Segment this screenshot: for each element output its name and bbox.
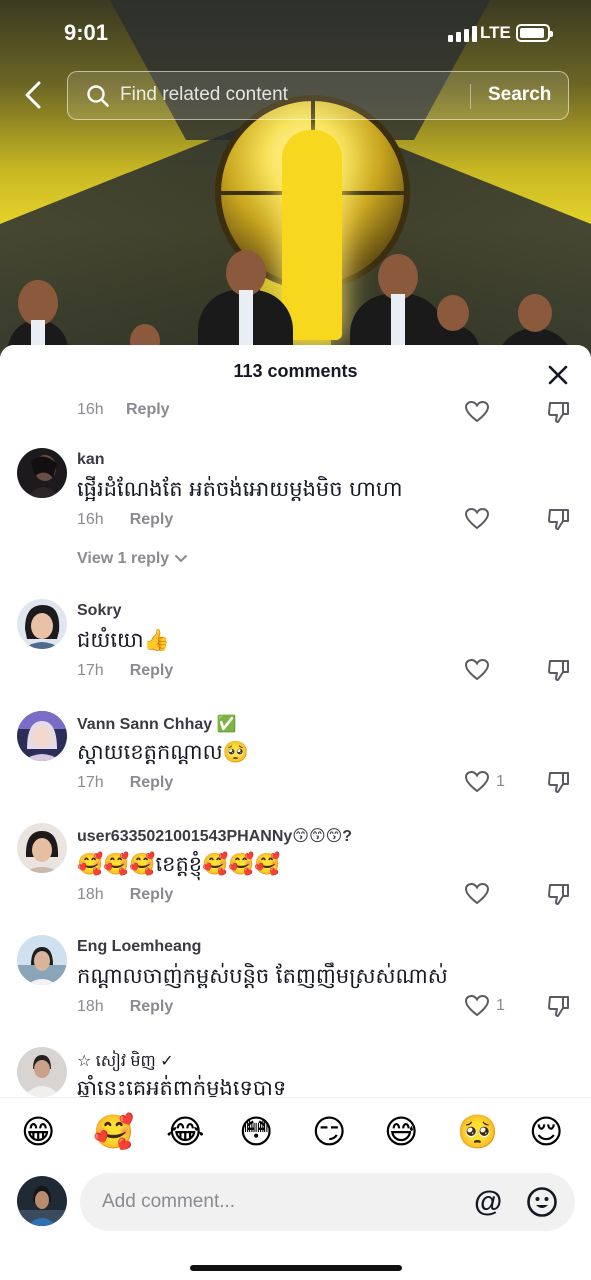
emoji-smirk-button[interactable]: 😏 xyxy=(312,1112,346,1152)
comment-username[interactable]: user6335021001543PHANNy😙😙😙? xyxy=(77,826,352,846)
like-button[interactable]: 1 xyxy=(464,993,505,1019)
comment-username[interactable]: ☆ សៀវ មិញ ✓ xyxy=(77,1050,174,1074)
comment-time: 18h xyxy=(77,998,104,1015)
dislike-icon[interactable] xyxy=(546,881,572,907)
status-time: 9:01 xyxy=(64,20,109,45)
comment-time: 17h xyxy=(77,774,104,791)
like-count: 1 xyxy=(496,773,505,790)
comment-username[interactable]: Sokry xyxy=(77,602,121,620)
reply-button[interactable]: Reply xyxy=(130,774,174,791)
dislike-icon[interactable] xyxy=(546,657,572,683)
comment-meta: 18h Reply xyxy=(77,998,173,1016)
chevron-left-icon xyxy=(25,81,41,109)
like-button[interactable] xyxy=(464,506,496,532)
avatar[interactable] xyxy=(17,599,67,649)
comment-input[interactable]: Add comment... @ xyxy=(80,1173,575,1231)
reply-button[interactable]: Reply xyxy=(130,511,174,528)
comment-count: 113 comments xyxy=(233,361,358,381)
mention-icon[interactable]: @ xyxy=(474,1186,502,1219)
reply-button[interactable]: Reply xyxy=(130,662,174,679)
emoji-laugh-button[interactable]: 😂 xyxy=(166,1112,205,1152)
like-count: 1 xyxy=(496,997,505,1014)
network-label: LTE xyxy=(480,23,511,42)
reply-button[interactable]: Reply xyxy=(130,886,174,903)
comments-list[interactable]: 16h Reply kan ផ្អើរដំណែងតែ អត់ចង់អោយម្តង… xyxy=(0,345,591,1097)
search-button[interactable]: Search xyxy=(488,84,551,106)
comment-input-row: Add comment... @ xyxy=(0,1169,591,1280)
signal-icon xyxy=(448,26,477,42)
avatar[interactable] xyxy=(17,448,67,498)
comment-username[interactable]: kan xyxy=(77,451,105,469)
dislike-icon[interactable] xyxy=(546,769,572,795)
avatar[interactable] xyxy=(17,935,67,985)
comment-time: 17h xyxy=(77,662,104,679)
dislike-icon[interactable] xyxy=(546,506,572,532)
comment-time: 16h xyxy=(77,511,104,528)
comment-item: ☆ សៀវ មិញ ✓ ឆ្នាំនេះគេអត់ពាក់ម្តងទេបាទ xyxy=(0,1047,591,1097)
search-icon xyxy=(87,85,109,107)
comment-text: ឆ្នាំនេះគេអត់ពាក់ម្តងទេបាទ xyxy=(77,1076,287,1097)
comment-meta: 17h Reply xyxy=(77,774,173,792)
chevron-down-icon xyxy=(175,555,188,563)
dislike-icon[interactable] xyxy=(546,399,572,425)
comment-time: 18h xyxy=(77,886,104,903)
avatar[interactable] xyxy=(17,1047,67,1097)
comment-input-placeholder: Add comment... xyxy=(102,1191,236,1212)
avatar[interactable] xyxy=(17,823,67,873)
comment-meta: 17h Reply xyxy=(77,662,173,680)
emoji-sweat-button[interactable]: 😅 xyxy=(384,1112,418,1152)
heart-icon xyxy=(464,770,490,793)
comment-item: user6335021001543PHANNy😙😙😙? 🥰🥰🥰ខេត្តខ្ញុ… xyxy=(0,823,591,933)
comment-username[interactable]: Eng Loemheang xyxy=(77,938,201,956)
like-button[interactable]: 1 xyxy=(464,769,505,795)
heart-icon[interactable] xyxy=(464,399,490,425)
reply-button[interactable]: Reply xyxy=(130,998,174,1015)
heart-icon xyxy=(464,994,490,1017)
comment-text: ផ្អើរដំណែងតែ អត់ចង់អោយម្តងមិច ហាហា xyxy=(77,477,403,501)
comment-time: 16h xyxy=(77,401,104,418)
comment-text: កណ្តាលចាញ់កម្ពស់បន្តិច តែញញឹមស្រស់ណាស់ xyxy=(77,964,448,988)
comment-item: Eng Loemheang កណ្តាលចាញ់កម្ពស់បន្តិច តែញ… xyxy=(0,935,591,1045)
search-divider xyxy=(470,84,471,109)
comments-sheet: 16h Reply kan ផ្អើរដំណែងតែ អត់ចង់អោយម្តង… xyxy=(0,345,591,1280)
home-indicator xyxy=(190,1265,402,1271)
emoji-hearts-button[interactable]: 🥰 xyxy=(93,1112,134,1152)
comment-item: Vann Sann Chhay ✅ ស្តាយខេត្តកណ្តាល🥺 17h R… xyxy=(0,711,591,821)
view-replies-button[interactable]: View 1 reply xyxy=(77,550,189,568)
view-replies-label: View 1 reply xyxy=(77,550,170,567)
emoji-bar: 😁 🥰 😂 😳 😏 😅 🥺 😌 xyxy=(0,1097,591,1169)
comment-footer-partial: 16h Reply xyxy=(77,399,577,427)
back-button[interactable] xyxy=(18,78,52,112)
battery-icon xyxy=(516,24,553,42)
search-bar[interactable]: Find related content Search xyxy=(67,71,569,120)
avatar xyxy=(17,1176,67,1226)
golden-figure xyxy=(282,130,342,340)
comment-text: ស្តាយខេត្តកណ្តាល🥺 xyxy=(77,740,249,764)
comment-item: kan ផ្អើរដំណែងតែ អត់ចង់អោយម្តងមិច ហាហា 1… xyxy=(0,448,591,598)
like-button[interactable] xyxy=(464,657,496,683)
comments-header: 113 comments xyxy=(0,345,591,395)
reply-button[interactable]: Reply xyxy=(126,401,170,419)
status-bar: 9:01 LTE xyxy=(0,0,591,66)
emoji-grin-button[interactable]: 😁 xyxy=(21,1112,55,1152)
heart-icon xyxy=(464,507,490,530)
avatar[interactable] xyxy=(17,711,67,761)
emoji-picker-icon[interactable] xyxy=(526,1186,558,1218)
heart-icon xyxy=(464,658,490,681)
comment-meta: 18h Reply xyxy=(77,886,173,904)
emoji-flushed-button[interactable]: 😳 xyxy=(239,1112,273,1152)
heart-icon xyxy=(464,882,490,905)
emoji-relieved-button[interactable]: 😌 xyxy=(529,1112,563,1152)
like-button[interactable] xyxy=(464,881,496,907)
comment-username[interactable]: Vann Sann Chhay ✅ xyxy=(77,714,237,734)
emoji-pleading-button[interactable]: 🥺 xyxy=(457,1112,498,1152)
close-icon[interactable] xyxy=(544,361,572,389)
comment-text: ជយំយោ👍 xyxy=(77,628,170,652)
comment-text: 🥰🥰🥰ខេត្តខ្ញុំ🥰🥰🥰 xyxy=(77,852,281,876)
dislike-icon[interactable] xyxy=(546,993,572,1019)
search-input[interactable]: Find related content xyxy=(120,84,288,106)
comment-meta: 16h Reply xyxy=(77,511,173,529)
comment-item: Sokry ជយំយោ👍 17h Reply xyxy=(0,599,591,709)
